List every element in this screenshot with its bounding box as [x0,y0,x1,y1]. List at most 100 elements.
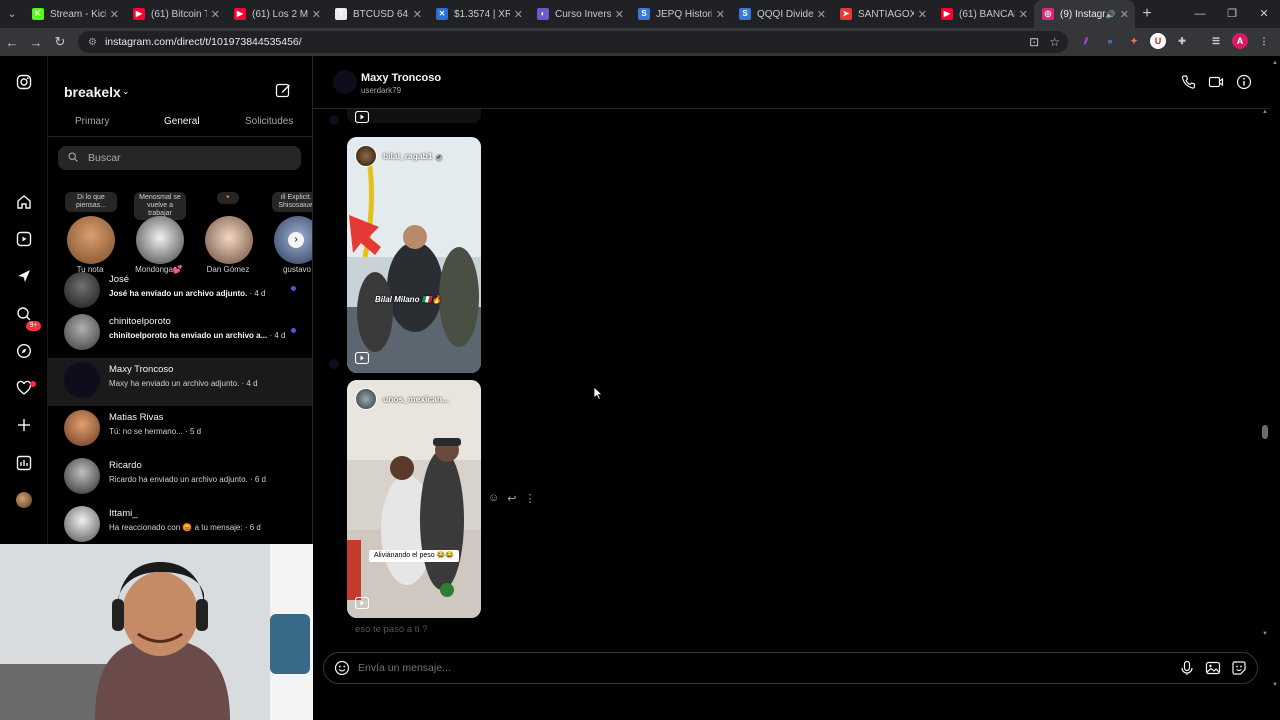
dashboard-icon[interactable] [14,453,34,473]
close-tab-icon[interactable]: ✕ [817,8,826,21]
chevron-right-icon[interactable]: › [288,232,304,248]
previous-reel-bottom[interactable] [347,109,481,124]
thread-item[interactable]: chinitoelporoto chinitoelporoto ha envia… [48,310,312,358]
browser-tab[interactable]: ◐ Curso Inversió ✕ [529,0,630,28]
browser-tab[interactable]: S QQQI Dividend ✕ [731,0,832,28]
chat-scrollbar[interactable]: ▲ ▼ [1262,109,1268,649]
avatar[interactable] [333,70,357,94]
shared-reel[interactable]: bilal_ragab1 ✓ Bilal Milano 🇮🇹🔥 [347,137,481,373]
close-tab-icon[interactable]: ✕ [918,8,927,21]
phone-icon[interactable] [1180,74,1196,90]
more-options-icon[interactable]: ⋮ [524,492,535,505]
reload-icon[interactable]: ↻ [48,34,72,50]
message-input[interactable] [358,662,1158,674]
thread-message: Maxy ha enviado un archivo adjunto. [109,379,240,388]
browser-tab[interactable]: ▶ (61) Bitcoin Tra ✕ [125,0,226,28]
search-field[interactable]: Buscar [58,146,301,170]
sticker-icon[interactable] [1231,660,1247,676]
thread-time: · 4 d [247,289,266,298]
notes-strip: Di lo que piensas... Tu nota Menosmal se… [48,192,312,274]
extension-2-icon[interactable]: » [1102,33,1118,49]
thread-item-selected[interactable]: Maxy Troncoso Maxy ha enviado un archivo… [48,358,312,406]
page-scroll-up-icon[interactable]: ▲ [1272,60,1278,66]
back-icon[interactable]: ← [0,35,24,50]
forward-icon[interactable]: → [24,35,48,50]
thread-item[interactable]: Ittami_ Ha reaccionado con 😡 a tu mensaj… [48,502,312,544]
react-icon[interactable]: ☺ [488,492,499,505]
new-message-icon[interactable] [275,82,291,98]
scroll-down-icon[interactable]: ▼ [1262,631,1268,637]
thread-item[interactable]: Matias Rivas Tú: no se hermano... · 5 d [48,406,312,454]
extension-3-icon[interactable]: ✦ [1126,33,1142,49]
bookmark-star-icon[interactable]: ☆ [1049,35,1060,49]
tab-requests[interactable]: Solicitudes [245,116,293,127]
thread-item[interactable]: Ricardo Ricardo ha enviado un archivo ad… [48,454,312,502]
close-tab-icon[interactable]: ✕ [716,8,725,21]
browser-tab[interactable]: K Stream - Kick D ✕ [24,0,125,28]
close-tab-icon[interactable]: ✕ [615,8,624,21]
browser-tab-label: (61) BANCAL D [959,8,1015,20]
thread-item[interactable]: José José ha enviado un archivo adjunto.… [48,268,312,316]
browser-tab[interactable]: ▶ (61) BANCAL D ✕ [933,0,1034,28]
url-bar[interactable]: ⚙ instagram.com/direct/t/101973844535456… [78,31,1068,53]
reading-list-icon[interactable]: ☰ [1208,33,1224,49]
install-app-icon[interactable]: ⊡ [1029,35,1039,49]
microphone-icon[interactable] [1179,660,1195,676]
close-tab-icon[interactable]: ✕ [110,8,119,21]
page-scrollbar[interactable]: ▲ ▼ [1270,56,1280,720]
minimize-icon[interactable]: — [1184,0,1216,28]
close-tab-icon[interactable]: ✕ [1019,8,1028,21]
chevron-down-icon[interactable]: ⌄ [122,86,130,97]
message-list[interactable]: bilal_ragab1 ✓ Bilal Milano 🇮🇹🔥 unos_mex… [313,109,1268,649]
thread-time: · 4 d [239,379,258,388]
scroll-up-icon[interactable]: ▲ [1262,109,1268,115]
scroll-thumb[interactable] [1262,425,1268,439]
restore-icon[interactable]: ❐ [1216,0,1248,28]
site-info-icon[interactable]: ⚙ [88,37,97,48]
video-call-icon[interactable] [1208,74,1224,90]
browser-menu-icon[interactable]: ⋮ [1256,33,1272,49]
tab-general[interactable]: General [164,116,200,127]
reel-username: bilal_ragab1 ✓ [383,151,443,162]
tab-search-icon[interactable]: ⌄ [0,0,24,28]
search-icon[interactable] [14,304,34,324]
home-icon[interactable] [14,192,34,212]
close-tab-icon[interactable]: ✕ [1120,8,1129,21]
extension-4-icon[interactable]: U [1150,33,1166,49]
tradingview-icon: T [335,8,347,20]
extensions-puzzle-icon[interactable]: ✚ [1174,33,1190,49]
profile-avatar-icon[interactable]: A [1232,33,1248,49]
close-tab-icon[interactable]: ✕ [312,8,321,21]
audio-playing-icon[interactable]: 🔊 [1106,10,1116,19]
reels-icon[interactable] [14,229,34,249]
browser-tab[interactable]: ▶ (61) Los 2 MEJ ✕ [226,0,327,28]
create-icon[interactable] [14,415,34,435]
close-tab-icon[interactable]: ✕ [413,8,422,21]
messages-icon[interactable] [14,266,34,286]
browser-tab[interactable]: ✕ $1.3574 | XRP ✕ [428,0,529,28]
thread-time: · 4 d [267,331,286,340]
thread-message: José ha enviado un archivo adjunto. [109,289,248,298]
browser-tab-active[interactable]: ◎ (9) Instagram🔊 ✕ [1034,0,1135,28]
new-tab-button[interactable]: + [1135,5,1159,23]
reply-icon[interactable]: ↩ [507,492,516,505]
explore-icon[interactable] [14,341,34,361]
close-tab-icon[interactable]: ✕ [514,8,523,21]
shared-reel[interactable]: unos_mexican... Aliviánando el peso 😂😂 [347,380,481,618]
page-scroll-down-icon[interactable]: ▼ [1272,682,1278,688]
close-window-icon[interactable]: ✕ [1248,0,1280,28]
account-switcher[interactable]: breakelx [64,84,121,100]
chat-contact-name[interactable]: Maxy Troncoso [361,72,441,84]
image-icon[interactable] [1205,660,1221,676]
instagram-icon[interactable] [14,72,34,92]
emoji-icon[interactable] [334,660,350,676]
extension-1-icon[interactable]: ⫽ [1078,33,1094,49]
browser-tab[interactable]: ➤ SANTIAGOX ✕ [832,0,933,28]
browser-tab[interactable]: S JEPQ Historical ✕ [630,0,731,28]
info-icon[interactable] [1236,74,1252,90]
thread-preview: Ha reaccionado con 😡 a tu mensaje: · 6 d [109,523,261,532]
browser-tab[interactable]: T BTCUSD 64.819 ✕ [327,0,428,28]
close-tab-icon[interactable]: ✕ [211,8,220,21]
profile-icon[interactable] [14,490,34,510]
tab-primary[interactable]: Primary [75,116,109,127]
